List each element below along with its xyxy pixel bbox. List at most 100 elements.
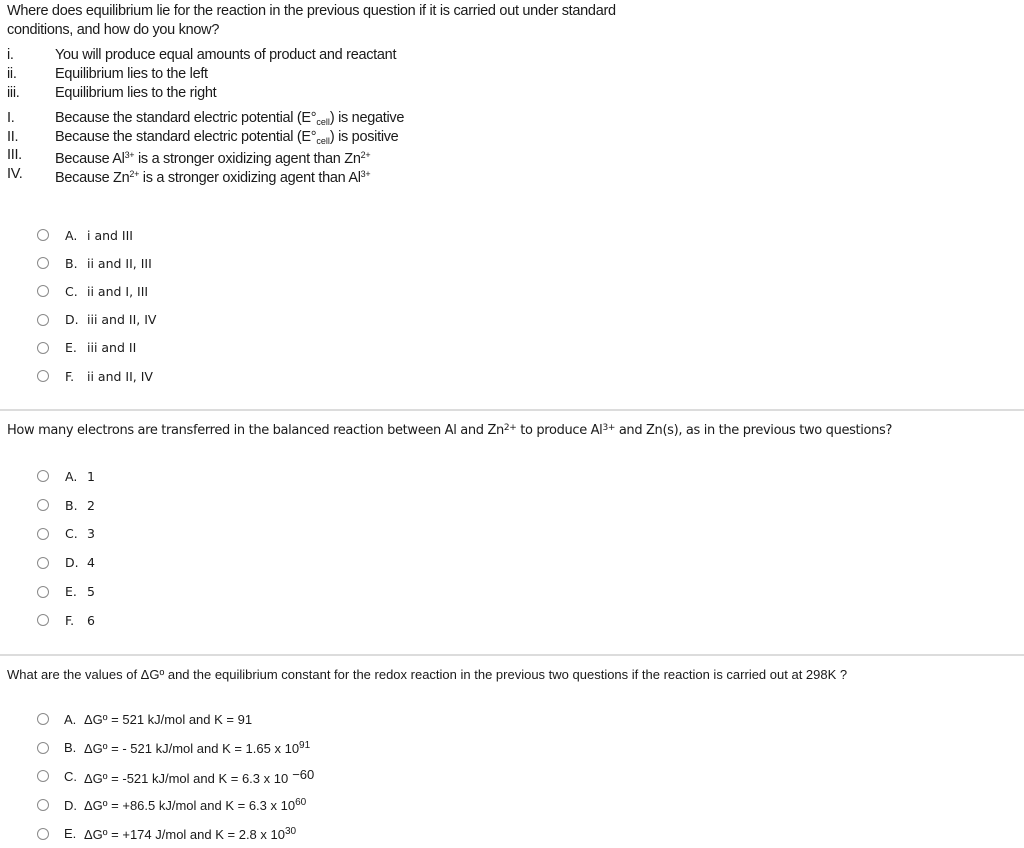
option-d[interactable]: D. iii and II, IV bbox=[37, 306, 156, 334]
option-e[interactable]: E. ΔGº = +174 J/mol and K = 2.8 x 1030 bbox=[37, 819, 314, 848]
option-text: iii and II bbox=[87, 340, 137, 356]
radio-button[interactable] bbox=[37, 527, 49, 540]
statement-i: i. You will produce equal amounts of pro… bbox=[7, 46, 667, 65]
option-letter: D. bbox=[65, 555, 79, 571]
statement-number: I. bbox=[7, 110, 15, 126]
option-f[interactable]: F. 6 bbox=[37, 606, 95, 635]
question-2-options: A. 1 B. 2 C. 3 D. 4 E. 5 F. 6 bbox=[37, 462, 95, 635]
statement-number: ii. bbox=[7, 66, 17, 82]
radio-button[interactable] bbox=[37, 470, 49, 483]
option-letter: B. bbox=[65, 255, 78, 271]
option-letter: E. bbox=[65, 340, 77, 356]
statement-text: You will produce equal amounts of produc… bbox=[55, 47, 397, 63]
section-divider bbox=[0, 654, 1024, 656]
statement-III: III. Because Al3+ is a stronger oxidizin… bbox=[7, 146, 667, 167]
option-text: i and III bbox=[87, 227, 133, 243]
option-e[interactable]: E. 5 bbox=[37, 577, 95, 606]
statement-iii: iii. Equilibrium lies to the right bbox=[7, 84, 667, 103]
radio-button[interactable] bbox=[37, 313, 49, 326]
option-d[interactable]: D. 4 bbox=[37, 548, 95, 577]
option-text: ΔGº = 521 kJ/mol and K = 91 bbox=[84, 711, 253, 727]
option-c[interactable]: C. ΔGº = -521 kJ/mol and K = 6.3 x 10 −60 bbox=[37, 762, 314, 791]
option-a[interactable]: A. i and III bbox=[37, 221, 156, 249]
question-1: Where does equilibrium lie for the react… bbox=[7, 2, 667, 186]
radio-button[interactable] bbox=[37, 585, 49, 598]
statement-text: Because the standard electric potential … bbox=[55, 128, 399, 146]
option-b[interactable]: B. ΔGº = - 521 kJ/mol and K = 1.65 x 1091 bbox=[37, 734, 314, 763]
radio-button[interactable] bbox=[37, 614, 49, 627]
statement-text: Because the standard electric potential … bbox=[55, 110, 405, 127]
option-text: ii and II, III bbox=[87, 255, 152, 271]
option-letter: E. bbox=[64, 826, 77, 842]
option-text: ΔGº = +86.5 kJ/mol and K = 6.3 x 1060 bbox=[84, 797, 307, 814]
radio-button[interactable] bbox=[37, 285, 49, 298]
radio-button[interactable] bbox=[37, 556, 49, 569]
option-a[interactable]: A. 1 bbox=[37, 462, 95, 491]
radio-button[interactable] bbox=[37, 229, 49, 242]
option-letter: C. bbox=[65, 526, 78, 542]
option-d[interactable]: D. ΔGº = +86.5 kJ/mol and K = 6.3 x 1060 bbox=[37, 791, 314, 820]
statement-text: Because Zn2+ is a stronger oxidizing age… bbox=[55, 168, 371, 186]
statement-I: I. Because the standard electric potenti… bbox=[7, 109, 667, 128]
radio-button[interactable] bbox=[37, 770, 49, 783]
option-text: iii and II, IV bbox=[87, 312, 157, 328]
option-letter: B. bbox=[64, 740, 77, 756]
radio-button[interactable] bbox=[37, 827, 49, 840]
option-letter: C. bbox=[64, 768, 77, 784]
radio-button[interactable] bbox=[37, 499, 49, 512]
option-letter: E. bbox=[65, 584, 77, 600]
option-letter: A. bbox=[65, 227, 78, 243]
option-e[interactable]: E. iii and II bbox=[37, 334, 156, 362]
radio-button[interactable] bbox=[37, 741, 49, 754]
exponent: −60 bbox=[292, 766, 315, 782]
option-letter: A. bbox=[64, 711, 77, 727]
statement-number: III. bbox=[7, 147, 22, 163]
option-text: ii and II, IV bbox=[87, 368, 153, 384]
statements-lowercase: i. You will produce equal amounts of pro… bbox=[7, 46, 667, 103]
option-c[interactable]: C. ii and I, III bbox=[37, 277, 156, 305]
section-divider bbox=[0, 409, 1024, 411]
exponent: 60 bbox=[295, 797, 307, 809]
statement-ii: ii. Equilibrium lies to the left bbox=[7, 65, 667, 84]
option-text: 1 bbox=[87, 468, 95, 484]
statement-number: iii. bbox=[7, 85, 20, 101]
radio-button[interactable] bbox=[37, 713, 49, 726]
exponent: 91 bbox=[299, 739, 311, 751]
exponent: 30 bbox=[284, 825, 297, 837]
option-letter: D. bbox=[64, 797, 77, 813]
option-b[interactable]: B. 2 bbox=[37, 491, 95, 520]
statement-number: i. bbox=[7, 47, 14, 63]
option-letter: D. bbox=[65, 312, 79, 328]
option-text: ii and I, III bbox=[87, 283, 149, 299]
question-3-options: A. ΔGº = 521 kJ/mol and K = 91 B. ΔGº = - … bbox=[37, 705, 314, 848]
option-a[interactable]: A. ΔGº = 521 kJ/mol and K = 91 bbox=[37, 705, 314, 734]
statement-text: Because Al3+ is a stronger oxidizing age… bbox=[55, 150, 371, 167]
option-text: ΔGº = +174 J/mol and K = 2.8 x 1030 bbox=[84, 825, 297, 842]
radio-button[interactable] bbox=[37, 370, 49, 383]
radio-button[interactable] bbox=[37, 341, 49, 354]
question-1-options: A. i and III B. ii and II, III C. ii and I,… bbox=[37, 221, 156, 390]
radio-button[interactable] bbox=[37, 257, 49, 270]
option-text: ΔGº = -521 kJ/mol and K = 6.3 x 10 −60 bbox=[84, 766, 315, 786]
option-b[interactable]: B. ii and II, III bbox=[37, 249, 156, 277]
statement-text: Equilibrium lies to the left bbox=[55, 66, 208, 82]
option-letter: F. bbox=[65, 368, 75, 384]
option-text: 6 bbox=[87, 612, 95, 628]
statement-text: Equilibrium lies to the right bbox=[55, 85, 217, 101]
question-2-text: How many electrons are transferred in th… bbox=[7, 423, 893, 438]
option-text: 2 bbox=[87, 497, 95, 513]
option-text: 4 bbox=[87, 555, 95, 571]
option-letter: C. bbox=[65, 283, 78, 299]
statements-uppercase: I. Because the standard electric potenti… bbox=[7, 109, 667, 186]
question-3-text: What are the values of ΔGº and the equil… bbox=[7, 667, 848, 682]
option-c[interactable]: C. 3 bbox=[37, 520, 95, 549]
statement-number: IV. bbox=[7, 165, 23, 182]
option-text: 3 bbox=[87, 526, 95, 542]
statement-number: II. bbox=[7, 128, 19, 145]
radio-button[interactable] bbox=[37, 799, 49, 812]
question-1-text: Where does equilibrium lie for the react… bbox=[7, 3, 616, 38]
option-letter: B. bbox=[65, 497, 78, 513]
statement-II: II. Because the standard electric potent… bbox=[7, 128, 667, 147]
statement-IV: IV. Because Zn2+ is a stronger oxidizing… bbox=[7, 165, 667, 186]
option-f[interactable]: F. ii and II, IV bbox=[37, 362, 156, 390]
